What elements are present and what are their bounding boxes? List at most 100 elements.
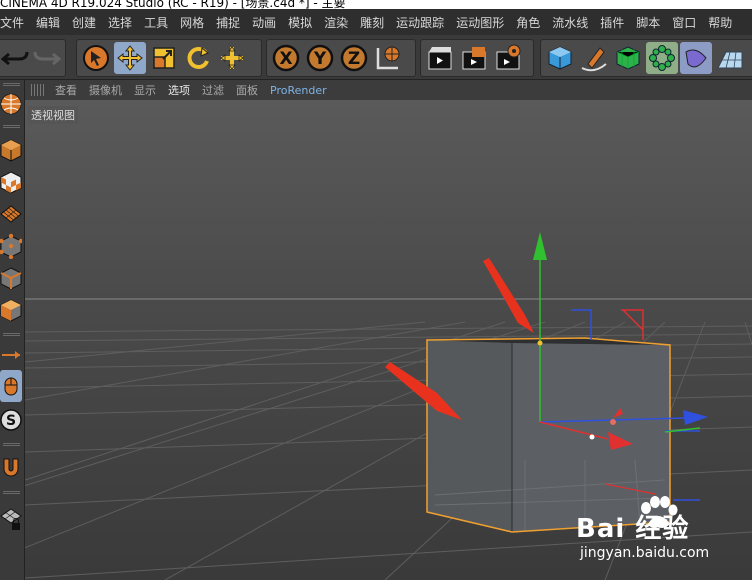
menu-pipeline[interactable]: 流水线 [546,14,594,31]
svg-text:Y: Y [313,49,327,69]
viewport-menu-display[interactable]: 显示 [128,82,162,98]
viewport-menu-options[interactable]: 选项 [162,82,196,98]
object-axis-point [537,340,543,346]
last-tool-icon [220,46,244,70]
menu-sculpt[interactable]: 雕刻 [354,14,390,31]
menu-select[interactable]: 选择 [102,14,138,31]
render-settings-button[interactable] [492,42,524,74]
pen-spline-icon [581,47,607,72]
snap-magnet-icon [3,458,19,477]
locked-workplane-button[interactable] [0,500,22,540]
z-axis-lock-button[interactable]: Z [338,42,370,74]
solo-icon: S [0,409,22,431]
coordinate-system-button[interactable] [372,42,404,74]
menu-mesh[interactable]: 网格 [174,14,210,31]
mode-palette: S [0,80,25,580]
move-icon [117,45,143,71]
texture-mode-icon [0,171,22,194]
render-to-picture-viewer-icon [462,47,486,70]
snap-magnet-button[interactable] [0,452,22,484]
palette-separator [3,124,20,130]
menu-mograph[interactable]: 运动图形 [450,14,510,31]
floor-button[interactable] [714,42,746,74]
axis-mode-icon [2,351,20,359]
tweak-mode-button[interactable] [0,370,22,402]
gizmo-plane-handle[interactable] [589,434,595,440]
last-tool-button[interactable] [216,42,248,74]
render-view-icon [428,47,452,70]
menu-render[interactable]: 渲染 [318,14,354,31]
make-editable-icon [0,93,22,115]
cube-icon [548,46,572,70]
polygons-mode-button[interactable] [0,294,22,326]
cube-object[interactable] [426,337,671,533]
viewport-menu-panel[interactable]: 面板 [230,82,264,98]
watermark-url: jingyan.baidu.com [580,545,710,561]
menu-file[interactable]: 文件 [0,14,30,31]
make-editable-button[interactable] [0,88,22,120]
render-settings-icon [496,44,521,70]
solo-button[interactable]: S [0,404,22,436]
floor-icon [717,51,743,69]
locked-workplane-icon [0,508,22,530]
viewport-menu-cameras[interactable]: 摄像机 [83,82,128,98]
y-axis-lock-icon: Y [306,44,334,72]
undo-icon [1,51,29,66]
axis-mode-button[interactable] [0,342,22,368]
menu-window[interactable]: 窗口 [666,14,702,31]
viewport-grip[interactable] [31,84,45,96]
viewport-menu-prorender[interactable]: ProRender [264,84,333,97]
svg-text:X: X [279,49,292,69]
points-mode-icon [0,233,22,259]
deformer-icon [685,49,707,68]
redo-button[interactable] [32,42,62,74]
tweak-mode-icon [4,377,18,396]
array-button[interactable] [646,42,678,74]
menu-create[interactable]: 创建 [66,14,102,31]
svg-text:Z: Z [348,49,360,69]
polygons-mode-icon [0,299,22,322]
menu-snap[interactable]: 捕捉 [210,14,246,31]
edges-mode-button[interactable] [0,262,22,294]
menu-character[interactable]: 角色 [510,14,546,31]
y-axis-lock-button[interactable]: Y [304,42,336,74]
menu-simulate[interactable]: 模拟 [282,14,318,31]
pen-spline-button[interactable] [578,42,610,74]
menu-tools[interactable]: 工具 [138,14,174,31]
move-tool-button[interactable] [114,42,146,74]
menu-plugins[interactable]: 插件 [594,14,630,31]
rotate-tool-button[interactable] [182,42,214,74]
command-toolbar: X Y Z [0,35,752,80]
redo-icon [33,51,61,66]
z-axis-lock-icon: Z [340,44,368,72]
scale-icon [153,47,175,69]
deformer-button[interactable] [680,42,712,74]
viewport-menu-view[interactable]: 查看 [49,82,83,98]
scale-tool-button[interactable] [148,42,180,74]
menu-edit[interactable]: 编辑 [30,14,66,31]
menu-script[interactable]: 脚本 [630,14,666,31]
menu-animate[interactable]: 动画 [246,14,282,31]
rotate-icon [187,47,209,69]
palette-separator [3,332,20,338]
workplane-icon [0,205,22,223]
subdivision-surface-icon [616,46,640,70]
x-axis-lock-button[interactable]: X [270,42,302,74]
model-mode-button[interactable] [0,134,22,166]
texture-mode-button[interactable] [0,166,22,198]
menu-motion-tracking[interactable]: 运动跟踪 [390,14,450,31]
render-to-picture-viewer-button[interactable] [458,42,490,74]
workplane-button[interactable] [0,198,22,230]
undo-button[interactable] [0,42,30,74]
viewport-menu-filter[interactable]: 过滤 [196,82,230,98]
window-title: CINEMA 4D R19.024 Studio (RC - R19) - [场… [0,0,346,9]
live-select-button[interactable] [80,42,112,74]
cube-object-button[interactable] [544,42,576,74]
menu-help[interactable]: 帮助 [702,14,738,31]
transform-tools-group [76,39,262,77]
render-view-button[interactable] [424,42,456,74]
palette-separator [3,490,20,496]
svg-text:S: S [6,413,16,429]
subdivision-surface-button[interactable] [612,42,644,74]
points-mode-button[interactable] [0,230,22,262]
